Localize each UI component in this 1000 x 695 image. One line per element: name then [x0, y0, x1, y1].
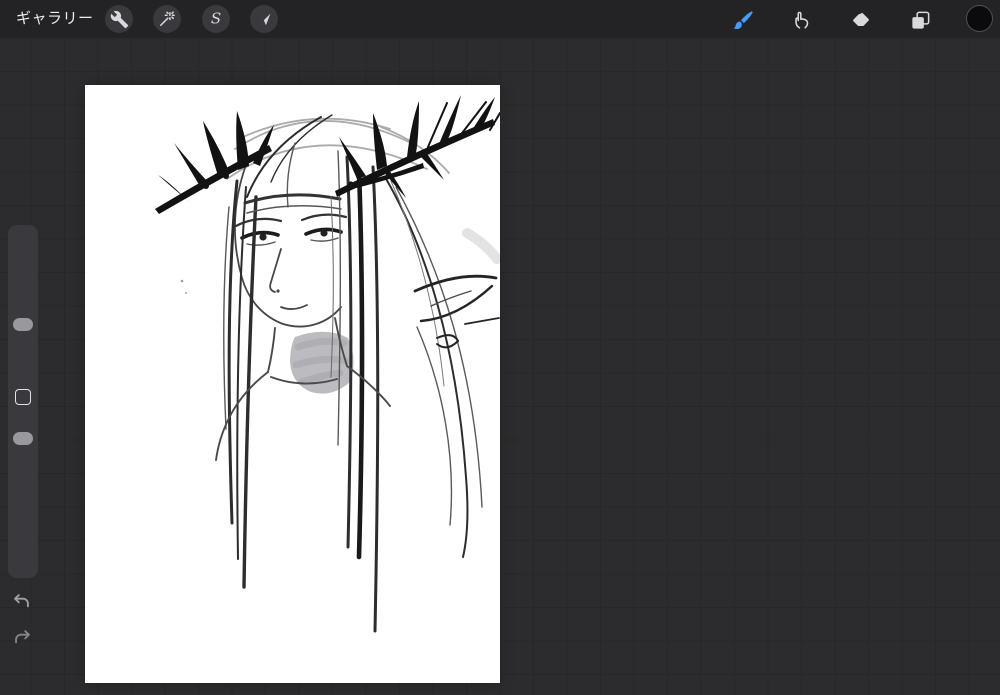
artwork-sketch [155, 95, 500, 633]
paint-tool-button[interactable] [730, 8, 754, 32]
svg-text:S: S [211, 10, 221, 28]
layers-icon [911, 11, 929, 29]
opacity-handle[interactable] [13, 432, 33, 445]
wrench-icon [110, 10, 128, 28]
gallery-button[interactable]: ギャラリー [16, 0, 94, 38]
transform-arrow-icon [258, 13, 270, 25]
undo-arrow-icon [14, 594, 29, 608]
adjustments-button[interactable] [153, 5, 181, 33]
magic-wand-icon [160, 11, 175, 26]
brush-size-handle[interactable] [13, 318, 33, 331]
brush-size-slider[interactable] [8, 225, 38, 385]
selection-button[interactable]: S [202, 5, 230, 33]
selection-s-icon: S [211, 10, 221, 28]
transform-button[interactable] [250, 5, 278, 33]
eraser-icon [853, 12, 869, 26]
side-toolbar [8, 225, 38, 578]
redo-button[interactable] [10, 625, 34, 649]
undo-button[interactable] [10, 589, 34, 613]
erase-tool-button[interactable] [849, 8, 873, 32]
layers-button[interactable] [908, 8, 932, 32]
smudge-tool-button[interactable] [790, 8, 814, 32]
procreate-screen: ギャラリー S [0, 0, 1000, 695]
paintbrush-icon [733, 10, 753, 29]
drawing-canvas[interactable] [85, 85, 500, 683]
color-swatch[interactable] [966, 5, 993, 32]
actions-button[interactable] [105, 5, 133, 33]
smudge-finger-icon [795, 11, 809, 29]
opacity-slider[interactable] [8, 415, 38, 578]
topbar: ギャラリー S [0, 0, 1000, 38]
modify-button[interactable] [15, 389, 31, 405]
redo-arrow-icon [15, 630, 30, 644]
